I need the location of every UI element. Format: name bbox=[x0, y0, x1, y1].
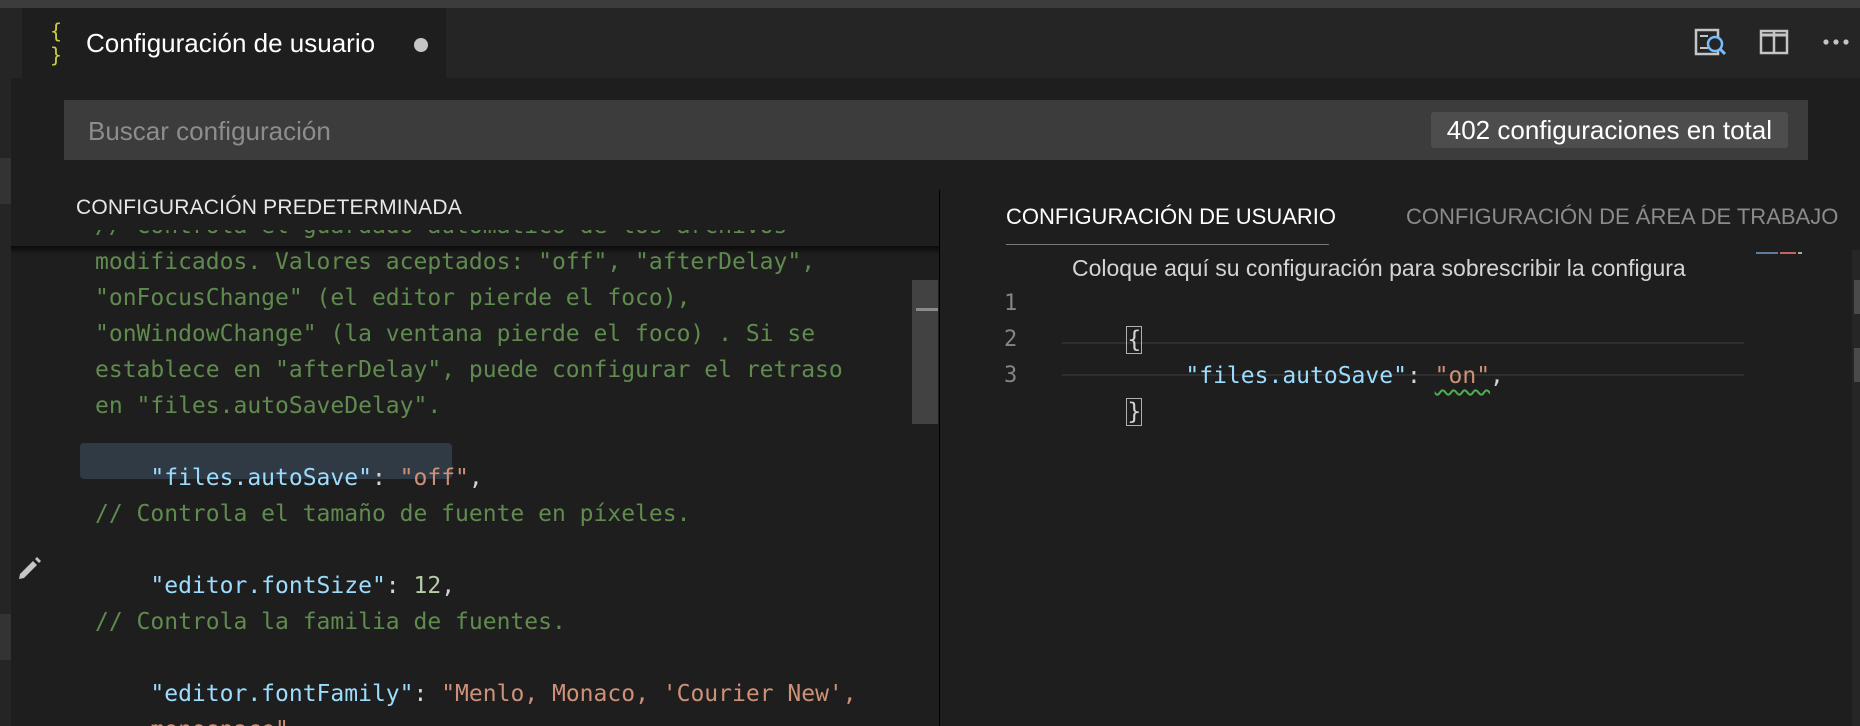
code-line: // Controla el tamaño de fuente en píxel… bbox=[95, 501, 691, 527]
code-line: "editor.fontFamily": "Menlo, Monaco, 'Co… bbox=[150, 681, 857, 707]
left-scrollbar-thumb[interactable] bbox=[912, 280, 938, 424]
setting-key: "editor.fontSize" bbox=[150, 573, 386, 599]
setting-key: "files.autoSave" bbox=[150, 465, 372, 491]
close-brace: } bbox=[1126, 398, 1143, 426]
setting-value: "on" bbox=[1434, 363, 1491, 389]
code-line: establece en "afterDelay", puede configu… bbox=[95, 357, 843, 383]
default-settings-header: CONFIGURACIÓN PREDETERMINADA bbox=[76, 196, 462, 219]
code-line: // Controla la familia de fuentes. bbox=[95, 609, 566, 635]
code-line: "files.autoSave": "on", bbox=[1185, 363, 1504, 389]
split-editor-icon bbox=[1759, 29, 1789, 55]
tab-bar: { } Configuración de usuario bbox=[11, 8, 1860, 78]
settings-hint: Coloque aquí su configuración para sobre… bbox=[1072, 255, 1686, 281]
tab-workspace-settings-scope[interactable]: CONFIGURACIÓN DE ÁREA DE TRABAJO bbox=[1406, 204, 1838, 230]
setting-value: "off" bbox=[399, 465, 469, 491]
line-number: 3 bbox=[1004, 363, 1018, 388]
activity-bar-edge bbox=[0, 8, 11, 726]
tab-user-settings-scope[interactable]: CONFIGURACIÓN DE USUARIO bbox=[1006, 204, 1336, 230]
edit-setting-button[interactable] bbox=[14, 552, 44, 582]
line-number: 2 bbox=[1004, 327, 1018, 352]
activity-marker bbox=[0, 158, 11, 204]
code-line: "editor.fontSize": 12, bbox=[150, 573, 456, 599]
open-settings-button[interactable] bbox=[1690, 22, 1730, 62]
default-settings-editor[interactable]: // Controla el guardado automático de lo… bbox=[11, 230, 911, 726]
code-line: "onFocusChange" (el editor pierde el foc… bbox=[95, 285, 691, 311]
more-icon bbox=[1823, 39, 1849, 45]
activity-marker bbox=[0, 614, 11, 660]
right-scrollbar[interactable] bbox=[1852, 250, 1860, 726]
setting-value: 12 bbox=[413, 573, 442, 599]
split-editor-button[interactable] bbox=[1754, 22, 1794, 62]
code-line: } bbox=[1072, 358, 1143, 426]
code-line: // Controla el guardado automático de lo… bbox=[95, 230, 787, 244]
code-line: { bbox=[1072, 286, 1143, 354]
code-line: en "files.autoSaveDelay". bbox=[95, 393, 442, 419]
search-input[interactable] bbox=[86, 100, 1440, 162]
open-settings-icon bbox=[1694, 28, 1727, 56]
pane-divider[interactable] bbox=[939, 190, 940, 726]
tab-title: Configuración de usuario bbox=[86, 27, 376, 58]
scrollbar-marker bbox=[916, 308, 938, 311]
setting-key: "files.autoSave" bbox=[1185, 363, 1407, 389]
active-tab-underline bbox=[1006, 244, 1329, 245]
header-shadow bbox=[11, 246, 939, 254]
tab-user-settings[interactable]: { } Configuración de usuario bbox=[22, 8, 446, 78]
code-line: "files.autoSave": "off", bbox=[150, 465, 483, 491]
search-box: 402 configuraciones en total bbox=[64, 100, 1808, 162]
user-settings-editor[interactable]: Coloque aquí su configuración para sobre… bbox=[990, 250, 1755, 726]
setting-value: monospace" bbox=[150, 717, 288, 726]
setting-value: "Menlo, Monaco, 'Courier New', bbox=[441, 681, 857, 707]
json-braces-icon: { } bbox=[50, 19, 63, 67]
settings-count-badge: 402 configuraciones en total bbox=[1430, 112, 1788, 148]
unsaved-dot-icon[interactable] bbox=[414, 38, 428, 52]
title-strip bbox=[0, 0, 1860, 8]
minimap[interactable] bbox=[1756, 250, 1816, 260]
code-line: monospace", bbox=[95, 676, 302, 726]
line-number: 1 bbox=[1004, 291, 1018, 316]
pencil-icon bbox=[19, 557, 41, 579]
code-line: "onWindowChange" (la ventana pierde el f… bbox=[95, 321, 816, 347]
more-actions-button[interactable] bbox=[1816, 22, 1856, 62]
